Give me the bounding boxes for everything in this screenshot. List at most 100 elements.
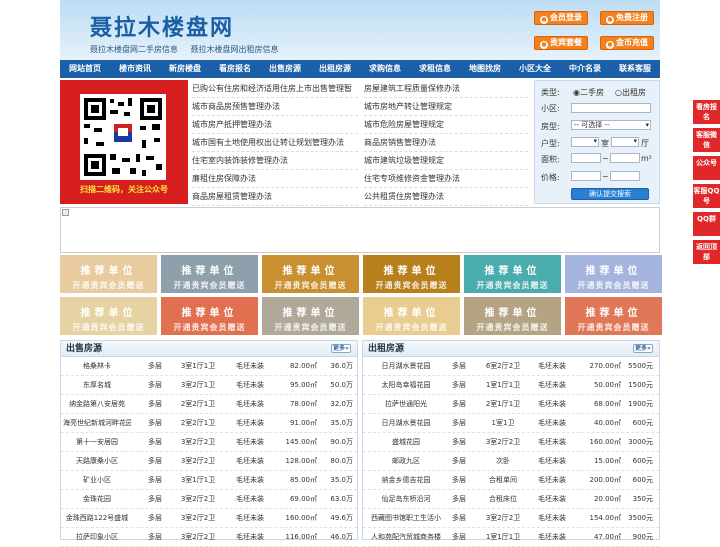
nav-viewing-signup[interactable]: 看房报名 [210,60,260,78]
nav-communities[interactable]: 小区大全 [510,60,560,78]
coin-recharge-button[interactable]: ● 金币充值 [600,36,654,50]
listing-row[interactable]: 拉萨印象小区 多层 3室2厅2卫 毛坯未装 116.00㎡ 46.0万 [61,528,357,547]
listing-name[interactable]: 人和苑配汽贸城商务楼 [365,528,447,547]
news-item[interactable]: 住宅专项维修资金管理办法 [364,170,528,188]
listing-row[interactable]: 海亮世纪新城河畔花园 多层 2室2厅1卫 毛坯未装 91.00㎡ 35.0万 [61,414,357,433]
nav-contact[interactable]: 联系客服 [610,60,660,78]
link-secondhand[interactable]: 聂拉木楼盘网二手房信息 [90,45,178,54]
listing-row[interactable]: 金珠西路122号盛城 多层 3室2厅2卫 毛坯未装 160.00㎡ 49.6万 [61,509,357,528]
room-select[interactable]: ▾ [571,137,599,147]
listing-name[interactable]: 天路康桑小区 [63,452,131,471]
side-qq-service[interactable]: 客服QQ号 [693,184,720,208]
listing-name[interactable]: 纳金路第八安居苑 [63,395,131,414]
listing-name[interactable]: 第十一安居园 [63,433,131,452]
recommended-unit-ad[interactable]: 推荐单位 开通贵宾会员赠送 [161,297,258,335]
recommended-unit-ad[interactable]: 推荐单位 开通贵宾会员赠送 [161,255,258,293]
listing-name[interactable]: 西藏图书馆职工生活小 [365,509,447,528]
news-item[interactable]: 城市房产抵押管理办法 [192,116,358,134]
listing-name[interactable]: 格桑林卡 [63,357,131,376]
area-min-input[interactable] [571,153,601,163]
listing-row[interactable]: 拉萨世通阳光 多层 2室1厅1卫 毛坯未装 68.00㎡ 1900元 [363,395,659,414]
type-select[interactable]: -- 可选择 -- ▾ [571,120,651,130]
listing-row[interactable]: 格桑林卡 多层 3室1厅1卫 毛坯未装 82.00㎡ 36.0万 [61,357,357,376]
recommended-unit-ad[interactable]: 推荐单位 开通贵宾会员赠送 [262,297,359,335]
recommended-unit-ad[interactable]: 推荐单位 开通贵宾会员赠送 [363,297,460,335]
listing-row[interactable]: 日月湖水景花园 多层 1室1卫 毛坯未装 40.00㎡ 600元 [363,414,659,433]
recommended-unit-ad[interactable]: 推荐单位 开通贵宾会员赠送 [60,297,157,335]
listing-row[interactable]: 日月湖水景花园 多层 6室2厅2卫 毛坯未装 270.00㎡ 5500元 [363,357,659,376]
listing-row[interactable]: 金珠花园 多层 3室2厅2卫 毛坯未装 69.00㎡ 63.0万 [61,490,357,509]
nav-news[interactable]: 楼市资讯 [110,60,160,78]
listing-name[interactable]: 拉萨世通阳光 [365,395,447,414]
news-item[interactable]: 已购公有住房和经济适用住房上市出售管理暂 [192,80,358,98]
recommended-unit-ad[interactable]: 推荐单位 开通贵宾会员赠送 [565,255,662,293]
listing-row[interactable]: 纳金路第八安居苑 多层 2室2厅1卫 毛坯未装 78.00㎡ 32.0万 [61,395,357,414]
recommended-unit-ad[interactable]: 推荐单位 开通贵宾会员赠送 [464,297,561,335]
nav-new-homes[interactable]: 新房楼盘 [160,60,210,78]
listing-row[interactable]: 盛城花园 多层 3室2厅2卫 毛坯未装 160.00㎡ 3000元 [363,433,659,452]
listing-name[interactable]: 纳金乡德吉花园 [365,471,447,490]
listing-name[interactable]: 日月湖水景花园 [365,414,447,433]
listing-row[interactable]: 人和苑配汽贸城商务楼 多层 1室1厅1卫 毛坯未装 47.00㎡ 900元 [363,528,659,547]
listing-name[interactable]: 金珠花园 [63,490,131,509]
listing-row[interactable]: 第十一安居园 多层 3室2厅2卫 毛坯未装 145.00㎡ 90.0万 [61,433,357,452]
listing-name[interactable]: 盛城花园 [365,433,447,452]
news-item[interactable]: 城市商品房预售管理办法 [192,98,358,116]
listing-row[interactable]: 仙足岛东桥沿河 多层 合租床位 毛坯未装 20.00㎡ 350元 [363,490,659,509]
listing-row[interactable]: 矿业小区 多层 3室1厅1卫 毛坯未装 85.00㎡ 35.0万 [61,471,357,490]
listing-name[interactable]: 海亮世纪新城河畔花园 [63,414,131,433]
listing-row[interactable]: 太阳岛幸福花园 多层 1室1厅1卫 毛坯未装 50.00㎡ 1500元 [363,376,659,395]
listing-row[interactable]: 纳金乡德吉花园 多层 合租单间 毛坯未装 200.00㎡ 600元 [363,471,659,490]
side-wechat-service[interactable]: 客服微信 [693,128,720,152]
recommended-unit-ad[interactable]: 推荐单位 开通贵宾会员赠送 [60,255,157,293]
rent-more-button[interactable]: 更多» [633,344,653,353]
side-viewing-signup[interactable]: 看房报名 [693,100,720,124]
listing-row[interactable]: 邮政九区 多层 次卧 毛坯未装 15.00㎡ 600元 [363,452,659,471]
nav-wanted-buy[interactable]: 求购信息 [360,60,410,78]
news-item[interactable]: 商品房屋租赁管理办法 [192,188,358,206]
news-item[interactable]: 房屋建筑工程质量保修办法 [364,80,528,98]
side-qq-group[interactable]: QQ群 [693,212,720,236]
listing-name[interactable]: 拉萨印象小区 [63,528,131,547]
site-title[interactable]: 聂拉木楼盘网 [90,10,234,42]
news-item[interactable]: 城市危险房屋管理规定 [364,116,528,134]
price-max-input[interactable] [610,171,640,181]
listing-name[interactable]: 矿业小区 [63,471,131,490]
sale-more-button[interactable]: 更多» [331,344,351,353]
news-item[interactable]: 城市房地产转让管理规定 [364,98,528,116]
nav-map[interactable]: 地图找房 [460,60,510,78]
radio-secondhand[interactable]: ◉二手房 [573,87,604,98]
login-button[interactable]: ● 会员登录 [534,11,588,25]
side-back-to-top[interactable]: 返回顶部 [693,240,720,264]
listing-row[interactable]: 西藏图书馆职工生活小 多层 3室2厅2卫 毛坯未装 154.00㎡ 3500元 [363,509,659,528]
side-official-account[interactable]: 公众号 [693,156,720,180]
news-item[interactable]: 城市国有土地使用权出让转让规划管理办法 [192,134,358,152]
listing-name[interactable]: 金珠西路122号盛城 [63,509,131,528]
recommended-unit-ad[interactable]: 推荐单位 开通贵宾会员赠送 [262,255,359,293]
listing-name[interactable]: 日月湖水景花园 [365,357,447,376]
search-submit-button[interactable]: 确认提交搜索 [571,188,649,200]
price-min-input[interactable] [571,171,601,181]
radio-rental[interactable]: ○出租房 [615,87,646,98]
news-item[interactable]: 廉租住房保障办法 [192,170,358,188]
news-item[interactable]: 商品房销售管理办法 [364,134,528,152]
listing-name[interactable]: 东厚名城 [63,376,131,395]
news-item[interactable]: 住宅室内装饰装修管理办法 [192,152,358,170]
listing-name[interactable]: 太阳岛幸福花园 [365,376,447,395]
community-input[interactable] [571,103,651,113]
nav-wanted-rent[interactable]: 求租信息 [410,60,460,78]
nav-for-rent[interactable]: 出租房源 [310,60,360,78]
listing-row[interactable]: 天路康桑小区 多层 3室2厅2卫 毛坯未装 128.00㎡ 80.0万 [61,452,357,471]
news-item[interactable]: 城市建筑垃圾管理规定 [364,152,528,170]
news-item[interactable]: 公共租赁住房管理办法 [364,188,528,206]
hall-select[interactable]: ▾ [611,137,639,147]
area-max-input[interactable] [610,153,640,163]
nav-home[interactable]: 网站首页 [60,60,110,78]
ad-banner[interactable] [60,207,660,253]
recommended-unit-ad[interactable]: 推荐单位 开通贵宾会员赠送 [464,255,561,293]
nav-agencies[interactable]: 中介名录 [560,60,610,78]
listing-name[interactable]: 邮政九区 [365,452,447,471]
listing-name[interactable]: 仙足岛东桥沿河 [365,490,447,509]
register-button[interactable]: ● 免费注册 [600,11,654,25]
vip-package-button[interactable]: ● 贵宾套餐 [534,36,588,50]
